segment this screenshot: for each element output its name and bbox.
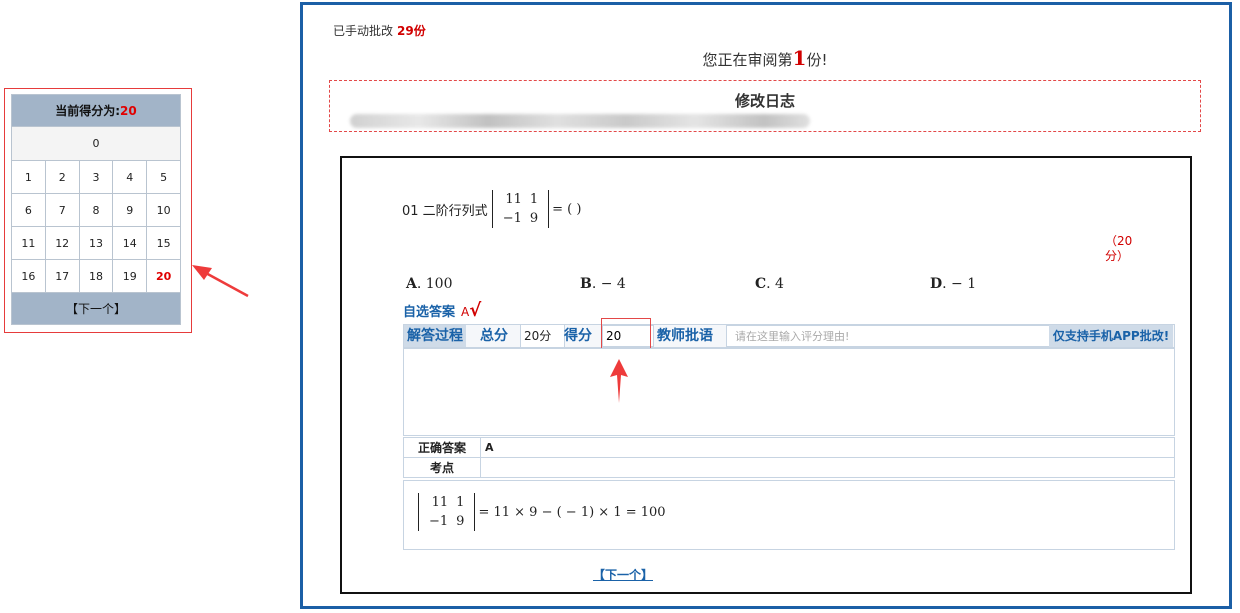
total-score-label: 总分 xyxy=(480,328,508,344)
score-option[interactable]: 12 xyxy=(44,226,80,260)
matrix-cell: −1 xyxy=(502,211,522,226)
score-option[interactable]: 4 xyxy=(112,160,148,194)
determinant-matrix: 11 1 −1 9 xyxy=(491,190,550,228)
teacher-comment-label: 教师批语 xyxy=(657,328,713,344)
self-answer-label: 自选答案 xyxy=(403,305,456,320)
option-text: . − 1 xyxy=(942,276,977,292)
current-score-header: 当前得分为:20 xyxy=(11,94,181,127)
self-selected-answer: 自选答案 A√ xyxy=(403,300,481,321)
option-b: B. − 4 xyxy=(580,276,626,292)
reviewing-prefix: 您正在审阅第 xyxy=(702,51,793,69)
score-option[interactable]: 17 xyxy=(44,259,80,293)
score-label: 得分 xyxy=(564,328,592,344)
score-option[interactable]: 8 xyxy=(78,193,114,227)
score-option-0[interactable]: 0 xyxy=(11,126,181,161)
score-option[interactable]: 14 xyxy=(112,226,148,260)
answer-process-area xyxy=(403,348,1175,436)
score-option[interactable]: 1 xyxy=(11,160,46,194)
score-option[interactable]: 16 xyxy=(11,259,46,293)
key-point-value xyxy=(480,457,1175,478)
option-text: . − 4 xyxy=(591,276,626,292)
annotation-arrow-up-icon xyxy=(610,359,628,403)
score-option[interactable]: 5 xyxy=(146,160,181,194)
option-letter: A xyxy=(406,276,417,292)
score-option[interactable]: 9 xyxy=(112,193,148,227)
matrix-cell: −1 xyxy=(429,514,449,529)
matrix-cell: 11 xyxy=(431,495,449,510)
score-option[interactable]: 19 xyxy=(112,259,148,293)
option-text: . 100 xyxy=(416,276,453,292)
current-score-value: 20 xyxy=(120,104,137,118)
score-option-selected[interactable]: 20 xyxy=(146,259,181,293)
panel-next-button[interactable]: 【下一个】 xyxy=(11,292,181,325)
option-letter: D xyxy=(930,276,943,292)
matrix-cell: 1 xyxy=(456,495,465,510)
score-option[interactable]: 2 xyxy=(44,160,80,194)
question-stem: 01 二阶行列式 11 1 −1 9 = ( ) xyxy=(402,190,581,228)
score-option[interactable]: 18 xyxy=(78,259,114,293)
option-letter: B xyxy=(580,276,592,292)
change-log-box: 修改日志 xyxy=(329,80,1201,132)
option-text: . 4 xyxy=(766,276,784,292)
question-equals: = ( ) xyxy=(552,201,582,217)
option-c: C. 4 xyxy=(755,276,784,292)
change-log-title: 修改日志 xyxy=(734,92,795,110)
answer-info-table: 正确答案 A 考点 xyxy=(403,437,1175,478)
reviewing-line: 您正在审阅第1份! xyxy=(0,46,1240,70)
next-link[interactable]: 【下一个】 xyxy=(593,568,653,582)
solution-box: 11 1 −1 9 = 11 × 9 − ( − 1) × 1 = 100 xyxy=(403,480,1175,550)
option-a: A. 100 xyxy=(406,276,453,292)
option-letter: C xyxy=(755,276,767,292)
score-option[interactable]: 7 xyxy=(44,193,80,227)
next-link-row: 【下一个】 xyxy=(0,566,1240,583)
score-note-line1: （20 xyxy=(1105,234,1133,248)
graded-count-line: 已手动批改 29份 xyxy=(333,22,426,39)
score-option[interactable]: 6 xyxy=(11,193,46,227)
grading-bar: 解答过程 总分 20分 得分 教师批语 仅支持手机APP批改! xyxy=(403,324,1175,348)
correct-answer-value: A xyxy=(480,437,1175,458)
score-option[interactable]: 3 xyxy=(78,160,114,194)
blurred-log-content xyxy=(350,114,810,128)
table-row: 正确答案 A xyxy=(403,437,1175,458)
key-point-label: 考点 xyxy=(403,457,481,478)
matrix-cell: 9 xyxy=(456,514,465,529)
matrix-cell: 11 xyxy=(505,192,522,207)
process-label: 解答过程 xyxy=(404,325,466,347)
total-score-value: 20分 xyxy=(520,325,565,347)
correct-check-icon: √ xyxy=(469,300,482,321)
score-option[interactable]: 10 xyxy=(146,193,181,227)
matrix-cell: 1 xyxy=(529,192,539,207)
app-only-notice: 仅支持手机APP批改! xyxy=(1049,325,1173,347)
graded-count: 29份 xyxy=(397,24,426,38)
reviewing-suffix: 份! xyxy=(806,51,828,69)
correct-answer-label: 正确答案 xyxy=(403,437,481,458)
score-note-line2: 分） xyxy=(1105,249,1130,263)
annotation-arrow-left-icon xyxy=(192,265,249,298)
score-option[interactable]: 15 xyxy=(146,226,181,260)
option-d: D. − 1 xyxy=(930,276,976,292)
score-option[interactable]: 13 xyxy=(78,226,114,260)
reviewing-number: 1 xyxy=(792,46,807,70)
matrix-cell: 9 xyxy=(529,211,539,226)
self-answer-value: A xyxy=(461,305,470,319)
score-option[interactable]: 11 xyxy=(11,226,46,260)
current-score-label: 当前得分为: xyxy=(55,104,121,118)
score-grid: 当前得分为:20 0 12345 6 7 8 9 10 11 12 13 14 15 16 17 1… xyxy=(11,94,181,325)
score-panel: 当前得分为:20 0 12345 6 7 8 9 10 11 12 13 14 15 16 17 1… xyxy=(4,88,192,333)
graded-label: 已手动批改 xyxy=(333,24,394,38)
teacher-comment-input[interactable] xyxy=(726,325,1062,347)
solution-line: 11 1 −1 9 = 11 × 9 − ( − 1) × 1 = 100 xyxy=(418,493,666,531)
solution-rhs: = 11 × 9 − ( − 1) × 1 = 100 xyxy=(478,504,666,520)
table-row: 考点 xyxy=(403,457,1175,478)
question-number-text: 01 二阶行列式 xyxy=(402,203,488,219)
question-score-note: （20 分） xyxy=(1105,234,1145,264)
solution-matrix: 11 1 −1 9 xyxy=(418,493,476,531)
